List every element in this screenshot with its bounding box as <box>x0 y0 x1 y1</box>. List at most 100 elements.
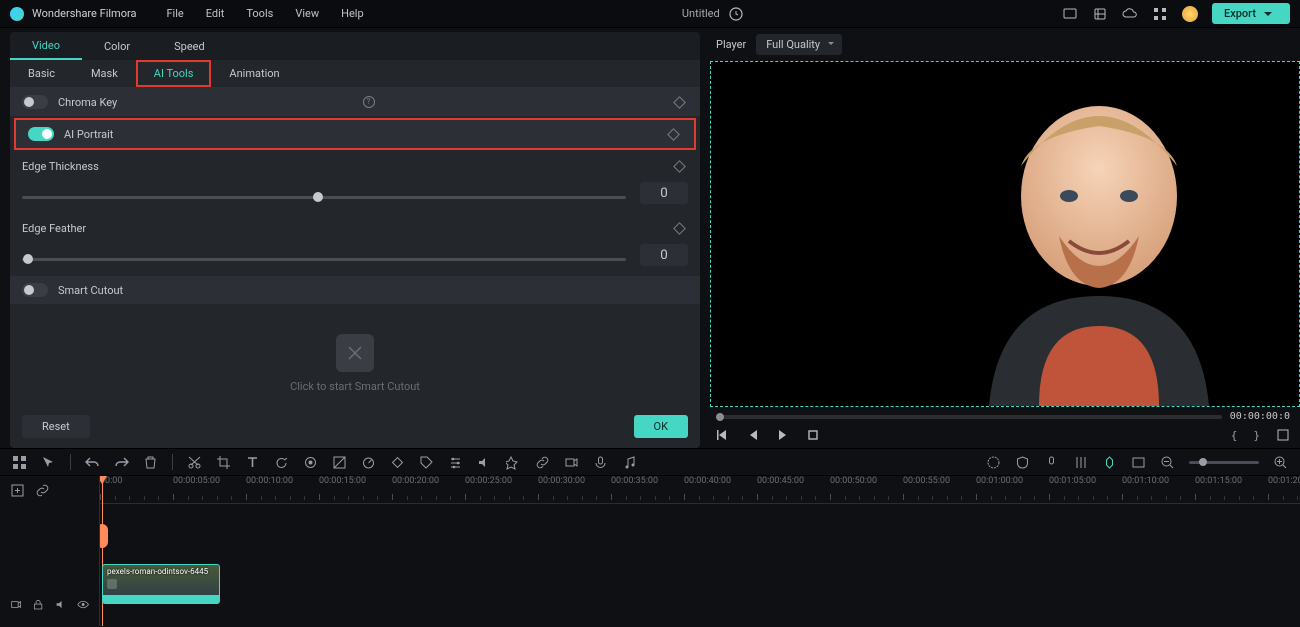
stop-icon[interactable] <box>806 428 820 442</box>
zoom-in-icon[interactable] <box>1273 455 1288 470</box>
titlebar-right: Export <box>1062 3 1290 24</box>
ruler-tick: 00:01:10:00 <box>1122 476 1169 486</box>
render-icon[interactable] <box>986 455 1001 470</box>
edge-thickness-slider[interactable] <box>22 196 626 199</box>
timeline: 00:0000:00:05:0000:00:10:0000:00:15:0000… <box>0 476 1300 626</box>
edge-feather-slider[interactable] <box>22 258 626 261</box>
record-icon[interactable] <box>564 455 579 470</box>
chroma-key-toggle[interactable] <box>22 95 48 109</box>
subtab-animation[interactable]: Animation <box>211 60 297 87</box>
menu-edit[interactable]: Edit <box>206 7 225 20</box>
export-button[interactable]: Export <box>1212 3 1290 24</box>
upload-cloud-icon[interactable] <box>1122 6 1138 22</box>
avatar-icon[interactable] <box>1182 6 1198 22</box>
apps-icon[interactable] <box>1152 6 1168 22</box>
tab-color[interactable]: Color <box>82 32 152 60</box>
keyframe-icon[interactable] <box>673 222 686 235</box>
voice-icon[interactable] <box>593 455 608 470</box>
fullscreen-icon[interactable] <box>1276 428 1290 442</box>
play-back-icon[interactable] <box>746 428 760 442</box>
track-link-icon[interactable] <box>35 483 50 498</box>
subtab-basic[interactable]: Basic <box>10 60 73 87</box>
color-icon[interactable] <box>332 455 347 470</box>
keyframe-icon[interactable] <box>673 96 686 109</box>
redo-icon[interactable] <box>114 455 129 470</box>
effects-icon[interactable] <box>506 455 521 470</box>
subtab-mask[interactable]: Mask <box>73 60 136 87</box>
zoom-thumb[interactable] <box>1199 458 1207 466</box>
edge-feather-input[interactable] <box>640 244 688 266</box>
play-icon[interactable] <box>776 428 790 442</box>
quality-label: Full Quality <box>766 38 820 51</box>
shield-icon[interactable] <box>1015 455 1030 470</box>
keyframe-icon[interactable] <box>667 128 680 141</box>
library-icon[interactable] <box>1092 6 1108 22</box>
clip[interactable]: pexels-roman-odintsov-6445 <box>102 564 220 604</box>
mask-icon[interactable] <box>303 455 318 470</box>
clip-thumbnail-icon <box>107 579 117 589</box>
menu-tools[interactable]: Tools <box>246 7 273 20</box>
cut-icon[interactable] <box>187 455 202 470</box>
device-icon[interactable] <box>1062 6 1078 22</box>
track-mute-icon[interactable] <box>55 597 67 612</box>
info-icon[interactable]: ? <box>363 96 375 108</box>
timeline-ruler[interactable]: 00:0000:00:05:0000:00:10:0000:00:15:0000… <box>100 476 1300 504</box>
cloud-sync-icon[interactable] <box>728 6 744 22</box>
player-label: Player <box>716 38 746 51</box>
track-add-icon[interactable] <box>10 483 25 498</box>
audio-mute-icon[interactable] <box>477 455 492 470</box>
reset-button[interactable]: Reset <box>22 415 90 438</box>
brace-close-icon[interactable]: } <box>1253 429 1260 442</box>
text-icon[interactable] <box>245 455 260 470</box>
tab-video[interactable]: Video <box>10 32 82 60</box>
keyframe-tool-icon[interactable] <box>390 455 405 470</box>
mixer-icon[interactable] <box>1073 455 1088 470</box>
brace-open-icon[interactable]: { <box>1231 429 1238 442</box>
timeline-tracks[interactable]: 00:0000:00:05:0000:00:10:0000:00:15:0000… <box>100 476 1300 626</box>
smart-cutout-toggle[interactable] <box>22 283 48 297</box>
ok-button[interactable]: OK <box>634 415 688 438</box>
clip-audio-bar <box>103 595 219 603</box>
keyframe-icon[interactable] <box>673 160 686 173</box>
track-eye-icon[interactable] <box>77 597 89 612</box>
link-icon[interactable] <box>535 455 550 470</box>
menu-file[interactable]: File <box>166 7 183 20</box>
crop-icon[interactable] <box>216 455 231 470</box>
fit-icon[interactable] <box>1131 455 1146 470</box>
ruler-tick: 00:00:55:00 <box>903 476 950 486</box>
speed-icon[interactable] <box>361 455 376 470</box>
slider-thumb[interactable] <box>313 192 323 202</box>
quality-dropdown[interactable]: Full Quality <box>756 34 842 55</box>
zoom-out-icon[interactable] <box>1160 455 1175 470</box>
tag-icon[interactable] <box>419 455 434 470</box>
app-logo-icon <box>10 7 24 21</box>
adjust-icon[interactable] <box>448 455 463 470</box>
ai-portrait-toggle[interactable] <box>28 127 54 141</box>
player-viewport[interactable] <box>710 61 1300 407</box>
playhead-handle[interactable] <box>100 524 108 548</box>
edge-thickness-input[interactable] <box>640 182 688 204</box>
menu-help[interactable]: Help <box>341 7 364 20</box>
delete-icon[interactable] <box>143 455 158 470</box>
tab-speed[interactable]: Speed <box>152 32 227 60</box>
slider-thumb[interactable] <box>23 254 33 264</box>
pointer-icon[interactable] <box>41 455 56 470</box>
mic-icon[interactable] <box>1044 455 1059 470</box>
scrub-thumb[interactable] <box>716 413 724 421</box>
rotate-icon[interactable] <box>274 455 289 470</box>
zoom-slider[interactable] <box>1189 461 1259 464</box>
scrub-track[interactable] <box>716 415 1222 419</box>
menu-view[interactable]: View <box>295 7 319 20</box>
transport-controls: { } <box>706 426 1300 448</box>
export-label: Export <box>1224 7 1256 20</box>
music-note-icon[interactable] <box>622 455 637 470</box>
smart-cutout-start-button[interactable] <box>336 334 374 372</box>
subtab-ai-tools[interactable]: AI Tools <box>136 60 212 87</box>
app-title: Wondershare Filmora <box>32 7 136 20</box>
marker-icon[interactable] <box>1102 455 1117 470</box>
undo-icon[interactable] <box>85 455 100 470</box>
track-video-icon[interactable] <box>10 597 22 612</box>
grid-icon[interactable] <box>12 455 27 470</box>
track-lock-icon[interactable] <box>32 597 44 612</box>
step-back-icon[interactable] <box>716 428 730 442</box>
